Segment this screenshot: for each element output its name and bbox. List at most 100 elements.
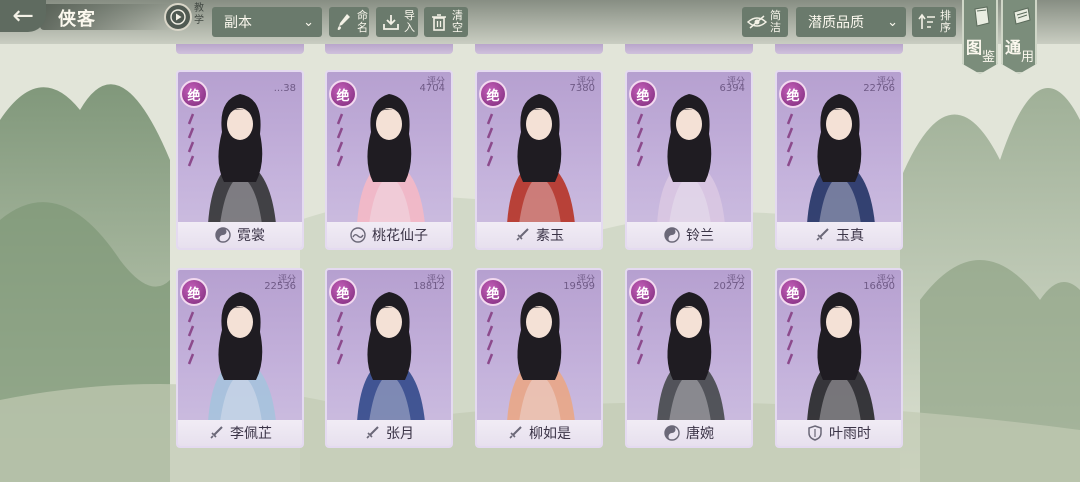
yin-yang-icon bbox=[664, 425, 680, 441]
grade-badge: 绝 bbox=[329, 278, 357, 306]
nameplate: 唐婉 bbox=[627, 420, 751, 446]
hero-name: 霓裳 bbox=[237, 228, 265, 244]
rank-marks-icon bbox=[786, 113, 794, 167]
score-value: 7380 bbox=[569, 83, 595, 94]
rank-marks-icon bbox=[636, 311, 644, 365]
back-button[interactable]: ← bbox=[0, 0, 46, 32]
score-value: 22536 bbox=[264, 281, 296, 292]
rank-marks-icon bbox=[187, 113, 195, 167]
rank-marks-icon bbox=[336, 311, 344, 365]
arrow-left-icon: ← bbox=[12, 1, 34, 31]
hero-name: 桃花仙子 bbox=[372, 228, 428, 244]
tab-atlas-big: 图 bbox=[966, 38, 983, 57]
book-icon bbox=[974, 6, 990, 27]
hero-card[interactable]: 绝 评分 22536 李佩芷 bbox=[176, 268, 304, 448]
rename-label: 命名 bbox=[357, 9, 368, 34]
grade-badge: 绝 bbox=[329, 80, 357, 108]
hero-card[interactable]: 绝 评分 7380 素玉 bbox=[475, 70, 603, 250]
score-value: 20272 bbox=[713, 281, 745, 292]
concise-label: 简洁 bbox=[770, 9, 781, 34]
partial-card[interactable] bbox=[325, 44, 453, 54]
score-value: 18812 bbox=[413, 281, 445, 292]
hero-name: 唐婉 bbox=[686, 426, 714, 442]
sword-icon bbox=[514, 227, 530, 243]
nameplate: 叶雨时 bbox=[777, 420, 901, 446]
nameplate: 柳如是 bbox=[477, 420, 601, 446]
sword-icon bbox=[364, 425, 380, 441]
hero-name: 李佩芷 bbox=[230, 426, 272, 442]
partial-card[interactable] bbox=[775, 44, 903, 54]
clear-label: 清空 bbox=[452, 9, 463, 34]
nameplate: 张月 bbox=[327, 420, 451, 446]
nameplate: 李佩芷 bbox=[178, 420, 302, 446]
nameplate: 铃兰 bbox=[627, 222, 751, 248]
download-icon bbox=[380, 11, 402, 33]
grade-badge: 绝 bbox=[479, 278, 507, 306]
grade-badge: 绝 bbox=[779, 80, 807, 108]
nameplate: 霓裳 bbox=[178, 222, 302, 248]
sort-button[interactable]: 排序 bbox=[912, 7, 956, 37]
hero-card[interactable]: 绝 评分 22766 玉真 bbox=[775, 70, 903, 250]
hero-card[interactable]: 绝 评分 20272 唐婉 bbox=[625, 268, 753, 448]
grade-badge: 绝 bbox=[180, 278, 208, 306]
sword-icon bbox=[814, 227, 830, 243]
import-label: 导入 bbox=[404, 9, 415, 34]
nameplate: 素玉 bbox=[477, 222, 601, 248]
brush-icon bbox=[333, 11, 355, 33]
tab-general[interactable]: 通 用 bbox=[1001, 0, 1037, 74]
hero-name: 玉真 bbox=[836, 228, 864, 244]
grade-badge: 绝 bbox=[479, 80, 507, 108]
partial-card[interactable] bbox=[176, 44, 304, 54]
hero-card[interactable]: 绝 评分 18812 张月 bbox=[325, 268, 453, 448]
sword-icon bbox=[507, 425, 523, 441]
partial-card[interactable] bbox=[475, 44, 603, 54]
hero-name: 铃兰 bbox=[686, 228, 714, 244]
grade-badge: 绝 bbox=[629, 278, 657, 306]
rank-marks-icon bbox=[336, 113, 344, 167]
scroll-icon bbox=[1013, 7, 1031, 25]
page-title: 侠客 bbox=[58, 9, 96, 30]
hero-name: 叶雨时 bbox=[829, 426, 871, 442]
sort-dropdown-value: 潜质品质 bbox=[808, 15, 864, 31]
hero-name: 张月 bbox=[386, 426, 414, 442]
score-value: 16690 bbox=[863, 281, 895, 292]
trash-icon bbox=[428, 11, 450, 33]
rank-marks-icon bbox=[636, 113, 644, 167]
play-icon bbox=[170, 9, 186, 25]
wave-emblem-icon bbox=[350, 227, 366, 243]
tab-atlas[interactable]: 图 鉴 bbox=[962, 0, 998, 74]
yin-yang-icon bbox=[215, 227, 231, 243]
shield-icon bbox=[807, 425, 823, 441]
chevron-down-icon: ⌄ bbox=[887, 14, 898, 30]
hero-name: 素玉 bbox=[536, 228, 564, 244]
tab-atlas-small: 鉴 bbox=[982, 50, 996, 65]
partial-card[interactable] bbox=[625, 44, 753, 54]
filter-dropdown[interactable]: 副本 ⌄ bbox=[212, 7, 322, 37]
grade-badge: 绝 bbox=[180, 80, 208, 108]
hero-card[interactable]: 绝 评分 19599 柳如是 bbox=[475, 268, 603, 448]
rank-marks-icon bbox=[786, 311, 794, 365]
import-button[interactable]: 导入 bbox=[376, 7, 418, 37]
yin-yang-icon bbox=[664, 227, 680, 243]
nameplate: 桃花仙子 bbox=[327, 222, 451, 248]
hero-name: 柳如是 bbox=[529, 426, 571, 442]
rank-marks-icon bbox=[187, 311, 195, 365]
sort-label: 排序 bbox=[940, 9, 951, 34]
nameplate: 玉真 bbox=[777, 222, 901, 248]
rank-marks-icon bbox=[486, 311, 494, 365]
concise-toggle[interactable]: 简洁 bbox=[742, 7, 788, 37]
tutorial-button[interactable] bbox=[164, 3, 192, 31]
hero-card[interactable]: 绝 评分 16690 叶雨时 bbox=[775, 268, 903, 448]
chevron-down-icon: ⌄ bbox=[303, 14, 314, 30]
score-value: 4704 bbox=[419, 83, 445, 94]
filter-dropdown-value: 副本 bbox=[224, 15, 252, 31]
eye-off-icon bbox=[746, 11, 768, 33]
sort-dropdown[interactable]: 潜质品质 ⌄ bbox=[796, 7, 906, 37]
rename-button[interactable]: 命名 bbox=[329, 7, 369, 37]
hero-card[interactable]: 绝 评分 6394 铃兰 bbox=[625, 70, 753, 250]
score-value: 19599 bbox=[563, 281, 595, 292]
hero-card[interactable]: 绝 ...38 霓裳 bbox=[176, 70, 304, 250]
clear-button[interactable]: 清空 bbox=[424, 7, 468, 37]
hero-card[interactable]: 绝 评分 4704 桃花仙子 bbox=[325, 70, 453, 250]
rank-marks-icon bbox=[486, 113, 494, 167]
